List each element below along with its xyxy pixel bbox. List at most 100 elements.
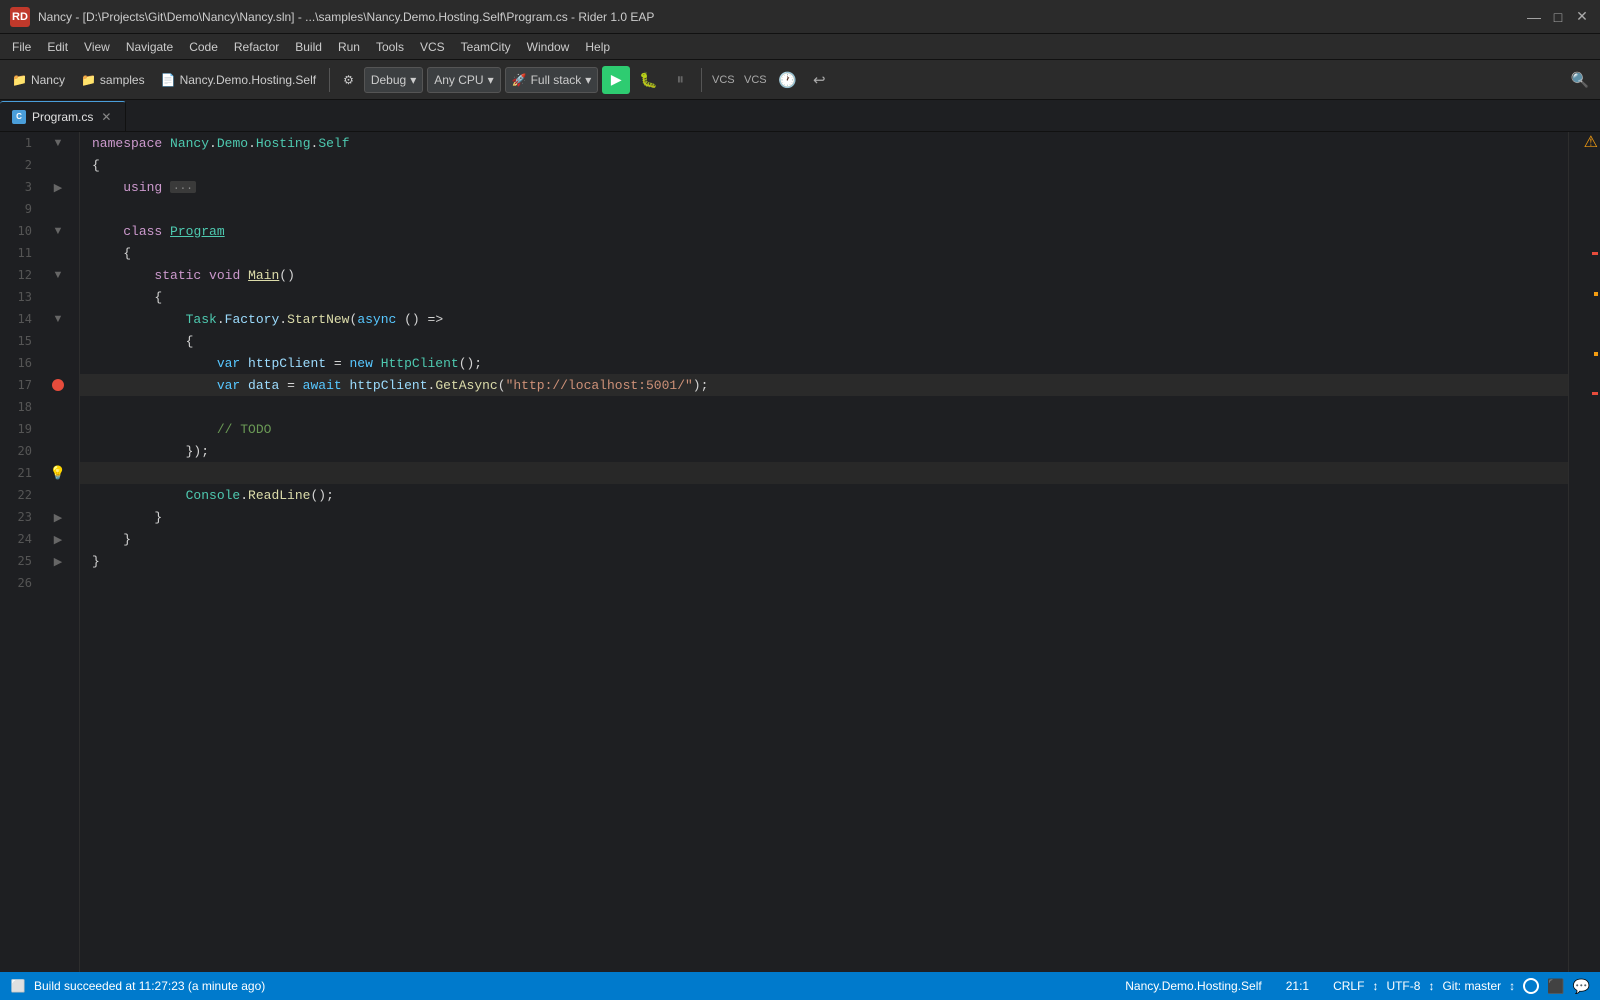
toolbar: 📁 Nancy 📁 samples 📄 Nancy.Demo.Hosting.S… bbox=[0, 60, 1600, 100]
tab-close-button[interactable]: ✕ bbox=[99, 110, 113, 124]
code-line-12: static void Main() bbox=[80, 264, 1568, 286]
line-ending[interactable]: CRLF bbox=[1333, 979, 1364, 993]
menu-edit[interactable]: Edit bbox=[39, 38, 76, 56]
code-area[interactable]: namespace Nancy.Demo.Hosting.Self { usin… bbox=[80, 132, 1568, 972]
nav-nancy-label: Nancy bbox=[31, 73, 65, 87]
breakpoint-dot-17[interactable] bbox=[52, 379, 64, 391]
pause-button[interactable]: ⏸ bbox=[666, 66, 694, 94]
line-num-1: 1 bbox=[0, 136, 40, 150]
code-line-23: } bbox=[80, 506, 1568, 528]
menu-help[interactable]: Help bbox=[577, 38, 618, 56]
platform-dropdown[interactable]: Any CPU ▾ bbox=[427, 67, 500, 93]
runconfig-dropdown[interactable]: 🚀 Full stack ▾ bbox=[505, 67, 599, 93]
code-line-1: namespace Nancy.Demo.Hosting.Self bbox=[80, 132, 1568, 154]
vcs-info[interactable]: Git: master bbox=[1442, 979, 1501, 993]
debug-dropdown-arrow: ▾ bbox=[410, 73, 416, 87]
runconfig-arrow: ▾ bbox=[585, 73, 591, 87]
menu-refactor[interactable]: Refactor bbox=[226, 38, 287, 56]
toolbar-sep-2 bbox=[701, 68, 702, 92]
gutter-row-24: 24 ▶ bbox=[0, 528, 79, 550]
minimap-mark-1 bbox=[1592, 252, 1598, 255]
menu-tools[interactable]: Tools bbox=[368, 38, 412, 56]
menu-build[interactable]: Build bbox=[287, 38, 330, 56]
debug-button[interactable]: 🐛 bbox=[634, 66, 662, 94]
tab-program-cs[interactable]: C Program.cs ✕ bbox=[0, 101, 126, 131]
nav-samples[interactable]: 📁 samples bbox=[75, 66, 151, 94]
code-line-15: { bbox=[80, 330, 1568, 352]
vcs-button-2[interactable]: VCS bbox=[741, 66, 769, 94]
run-config-icon-btn[interactable]: ⚙ bbox=[337, 66, 360, 94]
encoding[interactable]: UTF-8 bbox=[1386, 979, 1420, 993]
gutter-icon-17[interactable] bbox=[40, 379, 76, 391]
menu-vcs[interactable]: VCS bbox=[412, 38, 453, 56]
nav-project[interactable]: 📄 Nancy.Demo.Hosting.Self bbox=[155, 66, 322, 94]
folder-icon: 📁 bbox=[12, 73, 27, 87]
minimap-mark-2 bbox=[1594, 292, 1598, 296]
tabs-bar: C Program.cs ✕ bbox=[0, 100, 1600, 132]
search-button[interactable]: 🔍 bbox=[1566, 66, 1594, 94]
line-num-10: 10 bbox=[0, 224, 40, 238]
debug-dropdown[interactable]: Debug ▾ bbox=[364, 67, 423, 93]
line-num-11: 11 bbox=[0, 246, 40, 260]
code-line-19: // TODO bbox=[80, 418, 1568, 440]
pause-icon: ⏸ bbox=[677, 71, 685, 88]
gutter-row-18: 18 bbox=[0, 396, 79, 418]
gutter-icon-23[interactable]: ▶ bbox=[40, 511, 76, 524]
debug-icon: 🐛 bbox=[639, 71, 658, 89]
encoding-down-icon-2: ↕ bbox=[1428, 979, 1434, 993]
menu-navigate[interactable]: Navigate bbox=[118, 38, 181, 56]
close-button[interactable]: ✕ bbox=[1574, 9, 1590, 25]
gutter-icon-12[interactable]: ▼ bbox=[40, 269, 76, 281]
line-num-25: 25 bbox=[0, 554, 40, 568]
maximize-button[interactable]: □ bbox=[1550, 9, 1566, 25]
gutter-icon-14[interactable]: ▼ bbox=[40, 313, 76, 325]
undo-button[interactable]: ↩ bbox=[805, 66, 833, 94]
run-config-icon: ⚙ bbox=[343, 73, 354, 87]
gutter-icon-25[interactable]: ▶ bbox=[40, 555, 76, 568]
menu-window[interactable]: Window bbox=[519, 38, 578, 56]
status-circle bbox=[1523, 978, 1539, 994]
menu-teamcity[interactable]: TeamCity bbox=[453, 38, 519, 56]
clock-icon: 🕐 bbox=[778, 71, 797, 89]
code-line-2: { bbox=[80, 154, 1568, 176]
clock-button[interactable]: 🕐 bbox=[773, 66, 801, 94]
gutter-row-11: 11 bbox=[0, 242, 79, 264]
minimap[interactable]: ⚠ bbox=[1568, 132, 1600, 972]
nav-samples-label: samples bbox=[100, 73, 145, 87]
menu-code[interactable]: Code bbox=[181, 38, 226, 56]
gutter-row-2: 2 bbox=[0, 154, 79, 176]
vcs-button-1[interactable]: VCS bbox=[709, 66, 737, 94]
line-num-17: 17 bbox=[0, 378, 40, 392]
undo-icon: ↩ bbox=[813, 71, 826, 89]
line-num-3: 3 bbox=[0, 180, 40, 194]
build-status: Build succeeded at 11:27:23 (a minute ag… bbox=[34, 979, 265, 993]
gutter-icon-10[interactable]: ▼ bbox=[40, 225, 76, 237]
menu-view[interactable]: View bbox=[76, 38, 118, 56]
gutter-row-13: 13 bbox=[0, 286, 79, 308]
platform-label: Any CPU bbox=[434, 73, 483, 87]
line-num-21: 21 bbox=[0, 466, 40, 480]
gutter-row-21: 21 💡 bbox=[0, 462, 79, 484]
light-bulb-icon[interactable]: 💡 bbox=[50, 465, 66, 481]
status-chat-icon[interactable]: 💬 bbox=[1573, 978, 1590, 995]
line-num-23: 23 bbox=[0, 510, 40, 524]
gutter-icon-24[interactable]: ▶ bbox=[40, 533, 76, 546]
gutter-icon-1[interactable]: ▼ bbox=[40, 137, 76, 149]
code-line-26 bbox=[80, 572, 1568, 594]
line-num-24: 24 bbox=[0, 532, 40, 546]
vcs-icon-1: VCS bbox=[712, 74, 735, 86]
runconfig-label: Full stack bbox=[531, 73, 582, 87]
gutter-icon-3[interactable]: ▶ bbox=[40, 181, 76, 194]
menu-run[interactable]: Run bbox=[330, 38, 368, 56]
tab-file-icon: C bbox=[12, 110, 26, 124]
menu-file[interactable]: File bbox=[4, 38, 39, 56]
search-icon: 🔍 bbox=[1571, 71, 1590, 89]
code-line-11: { bbox=[80, 242, 1568, 264]
nav-nancy[interactable]: 📁 Nancy bbox=[6, 66, 71, 94]
gutter-row-22: 22 bbox=[0, 484, 79, 506]
play-button[interactable]: ▶ bbox=[602, 66, 630, 94]
warning-triangle-icon: ⚠ bbox=[1584, 132, 1598, 152]
minimize-button[interactable]: — bbox=[1526, 9, 1542, 25]
status-split-icon[interactable]: ⬛ bbox=[1547, 978, 1564, 995]
gutter-icon-21[interactable]: 💡 bbox=[40, 465, 76, 481]
